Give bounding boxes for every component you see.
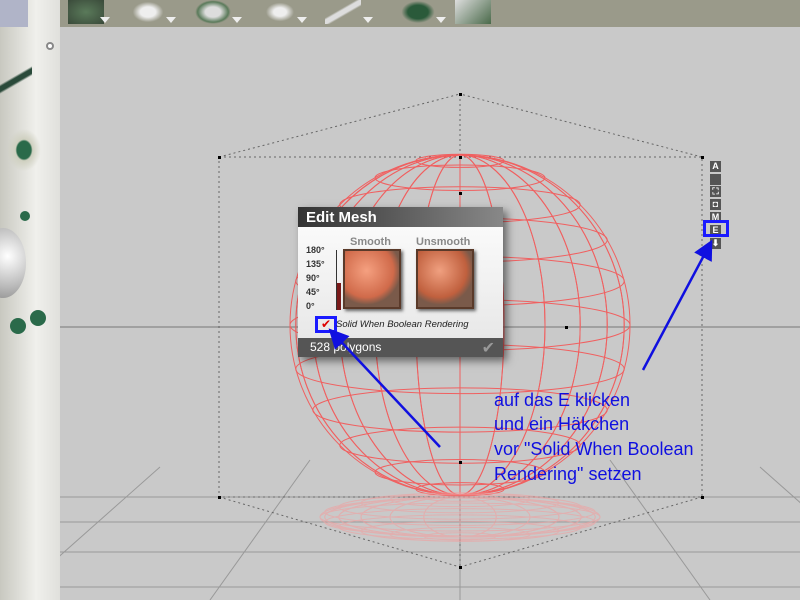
- sphere-tool[interactable]: [0, 228, 26, 298]
- grid-tool[interactable]: [400, 0, 436, 24]
- dropdown-arrow-icon[interactable]: [100, 17, 110, 23]
- confirm-check-icon[interactable]: ✔: [482, 338, 495, 358]
- smooth-label: Smooth: [350, 236, 391, 248]
- angle-label: 180°: [306, 245, 325, 255]
- drop-button[interactable]: ⬇: [710, 238, 721, 249]
- highlight-e-button: [703, 220, 729, 237]
- dropdown-arrow-icon[interactable]: [297, 17, 307, 23]
- move-tool[interactable]: [130, 0, 166, 24]
- annotation-line: und ein Häkchen: [494, 414, 630, 434]
- dropdown-arrow-icon[interactable]: [363, 17, 373, 23]
- box-tool[interactable]: [68, 0, 104, 24]
- edit-mesh-dialog: Edit Mesh Smooth Unsmooth 180° 135° 90° …: [298, 207, 503, 357]
- smooth-angle-slider[interactable]: [336, 250, 341, 310]
- dropdown-arrow-icon[interactable]: [232, 17, 242, 23]
- ball-icon: [10, 318, 26, 334]
- hierarchy-button[interactable]: ⛶: [710, 186, 721, 197]
- ball-icon: [30, 310, 46, 326]
- arrow-tool[interactable]: [0, 65, 32, 95]
- solid-button[interactable]: ■: [710, 174, 721, 185]
- torus-tool[interactable]: [195, 0, 231, 24]
- unsmooth-label: Unsmooth: [416, 236, 471, 248]
- dropdown-arrow-icon[interactable]: [436, 17, 446, 23]
- dropdown-arrow-icon[interactable]: [166, 17, 176, 23]
- boolean-checkbox-label: Solid When Boolean Rendering: [336, 319, 469, 330]
- smooth-preview[interactable]: [343, 249, 401, 309]
- toolbar: [0, 0, 800, 27]
- annotation-line: auf das E klicken: [494, 390, 631, 410]
- angle-label: 90°: [306, 273, 320, 283]
- close-dot-icon[interactable]: [46, 42, 54, 50]
- left-tool-panel: [0, 0, 60, 600]
- annotation-line: vor "Solid When Boolean: [494, 439, 694, 459]
- sphere-reflection: [319, 492, 601, 542]
- letter-a-button[interactable]: A: [710, 161, 721, 172]
- polygon-count: 528 polygons: [310, 340, 382, 354]
- ball-icon: [20, 211, 30, 221]
- angle-label: 45°: [306, 287, 320, 297]
- panel-top-button[interactable]: [0, 0, 28, 27]
- dialog-title: Edit Mesh: [298, 207, 503, 227]
- bones-tool[interactable]: [325, 0, 361, 24]
- angle-label: 135°: [306, 259, 325, 269]
- annotation-line: Rendering" setzen: [494, 464, 642, 484]
- terrain-tool[interactable]: [455, 0, 491, 24]
- axis-tool[interactable]: [262, 0, 298, 24]
- target-button[interactable]: ◘: [710, 199, 721, 210]
- angle-label: 0°: [306, 301, 315, 311]
- boolean-checkbox[interactable]: ✔: [315, 316, 337, 333]
- cross-tool[interactable]: [4, 125, 44, 175]
- floor-grid: [60, 459, 800, 600]
- unsmooth-preview[interactable]: [416, 249, 474, 309]
